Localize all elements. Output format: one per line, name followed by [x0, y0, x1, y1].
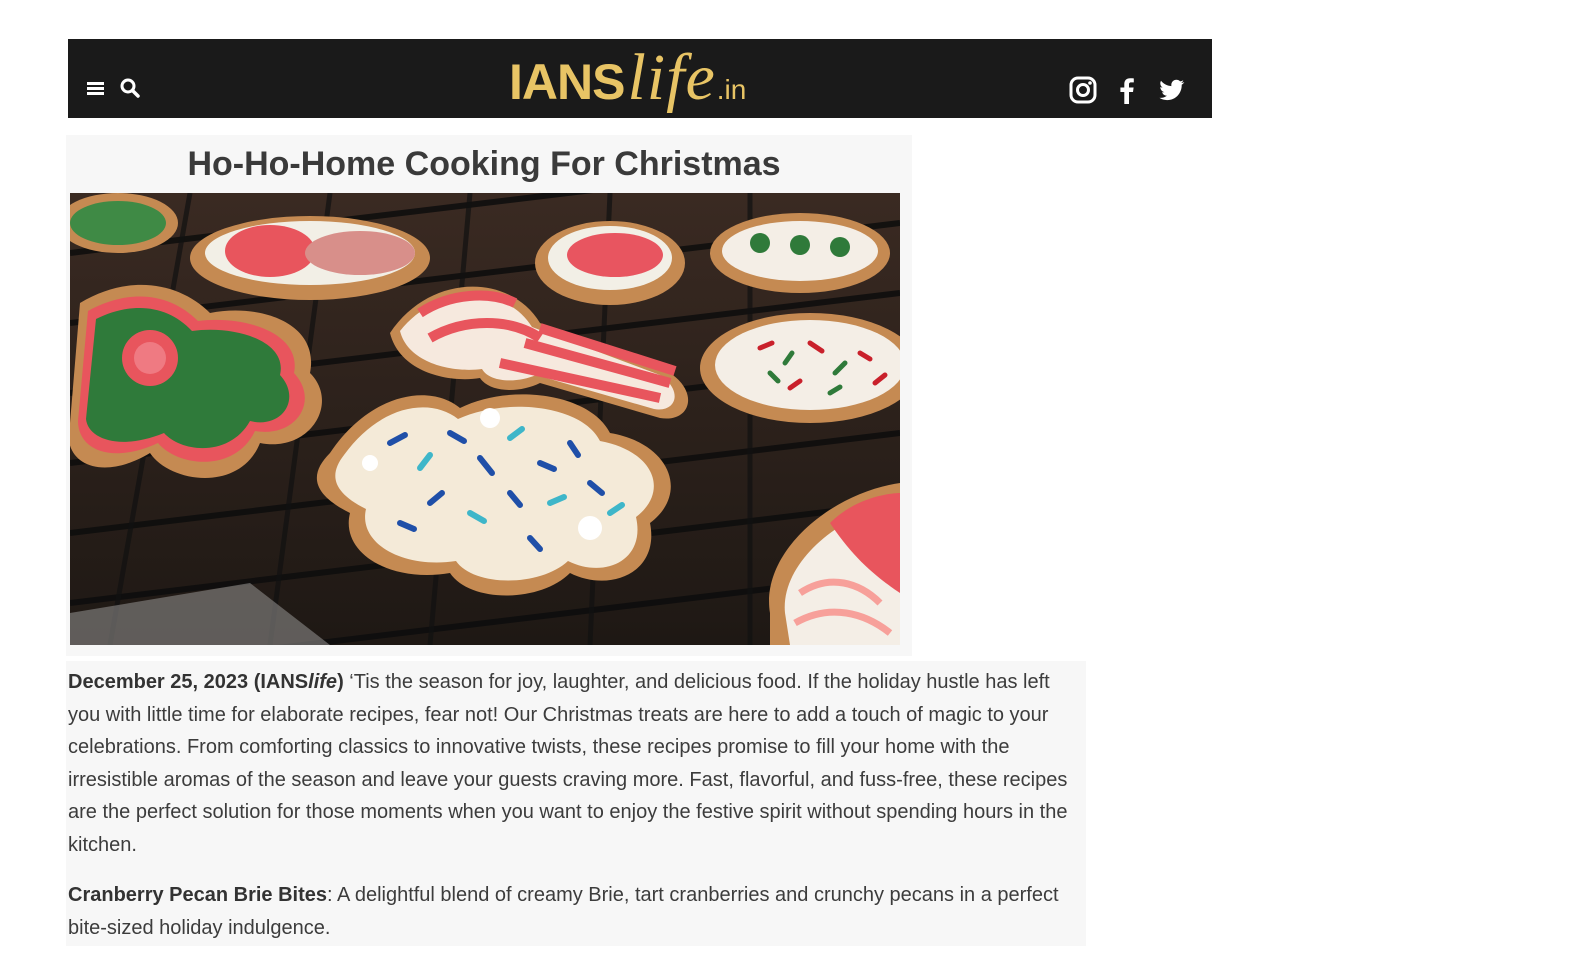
- logo-brand: IANS: [509, 54, 625, 110]
- logo-tld: .in: [716, 74, 747, 105]
- hamburger-menu-icon[interactable]: [85, 77, 107, 99]
- facebook-icon[interactable]: [1112, 75, 1142, 105]
- site-logo[interactable]: IANS life .in: [509, 41, 779, 115]
- header-tools: [85, 77, 141, 99]
- article-dateline: December 25, 2023 (IANSlife): [68, 671, 344, 693]
- instagram-icon[interactable]: [1068, 75, 1098, 105]
- dateline-source-suffix: ): [337, 671, 344, 693]
- twitter-icon[interactable]: [1156, 75, 1186, 105]
- site-header: IANS life .in: [68, 39, 1212, 118]
- dateline-source-italic: life: [308, 671, 338, 693]
- logo-suffix: life: [627, 41, 716, 114]
- article-title: Ho-Ho-Home Cooking For Christmas: [187, 145, 781, 183]
- article-body: December 25, 2023 (IANSlife) ‘Tis the se…: [66, 661, 1086, 946]
- search-icon[interactable]: [119, 77, 141, 99]
- article-hero: Ho-Ho-Home Cooking For Christmas: [66, 135, 912, 656]
- recipe-paragraph: Cranberry Pecan Brie Bites: A delightful…: [68, 879, 1083, 944]
- social-links: [1068, 75, 1186, 105]
- recipe-name: Cranberry Pecan Brie Bites: [68, 884, 328, 906]
- intro-text: ‘Tis the season for joy, laughter, and d…: [68, 671, 1068, 856]
- dateline-date: December 25, 2023: [68, 671, 249, 693]
- hero-image: [70, 193, 900, 645]
- article-intro: December 25, 2023 (IANSlife) ‘Tis the se…: [68, 666, 1083, 861]
- dateline-source-prefix: (IANS: [253, 671, 309, 693]
